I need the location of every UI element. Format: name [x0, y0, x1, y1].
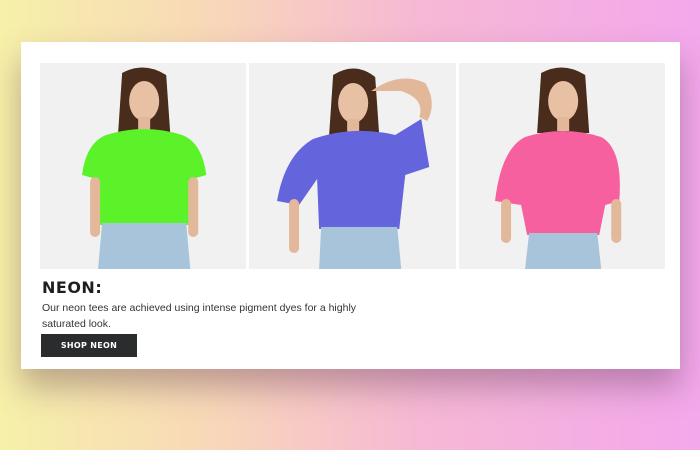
promo-card: NEON: Our neon tees are achieved using i…: [21, 42, 680, 369]
product-image-row: [40, 63, 665, 269]
section-description: Our neon tees are achieved using intense…: [42, 302, 357, 330]
shop-neon-button[interactable]: SHOP NEON: [41, 334, 137, 357]
product-photo-green-tee[interactable]: [40, 63, 247, 269]
section-title: NEON:: [42, 278, 103, 297]
product-photo-blue-tee[interactable]: [249, 63, 456, 269]
product-photo-pink-tee[interactable]: [458, 63, 665, 269]
